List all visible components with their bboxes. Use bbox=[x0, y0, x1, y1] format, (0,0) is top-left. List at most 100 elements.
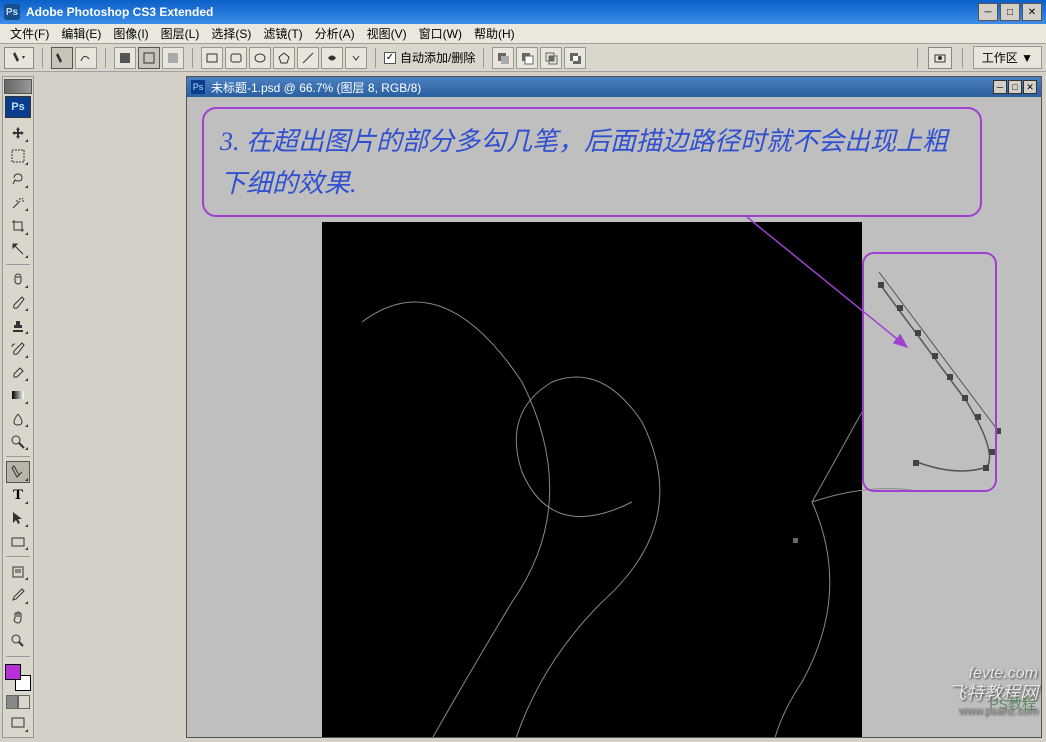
canvas-viewport[interactable]: 3. 在超出图片的部分多勾几笔，后面描边路径时就不会出现上粗下细的效果. bbox=[187, 97, 1041, 737]
menu-bar: 文件(F) 编辑(E) 图像(I) 图层(L) 选择(S) 滤镜(T) 分析(A… bbox=[0, 24, 1046, 44]
menu-analysis[interactable]: 分析(A) bbox=[309, 23, 361, 44]
menu-image[interactable]: 图像(I) bbox=[107, 23, 154, 44]
subtract-path-btn[interactable] bbox=[516, 47, 538, 69]
path-selection-icon bbox=[10, 510, 26, 526]
add-path-btn[interactable] bbox=[492, 47, 514, 69]
move-tool[interactable] bbox=[6, 123, 30, 144]
pen-tool[interactable] bbox=[6, 461, 30, 482]
chevron-down-icon bbox=[351, 53, 361, 63]
auto-add-delete-option[interactable]: ✓ 自动添加/删除 bbox=[384, 49, 475, 66]
eyedropper-tool[interactable] bbox=[6, 584, 30, 605]
toolbox[interactable]: Ps T bbox=[2, 76, 34, 738]
dodge-tool[interactable] bbox=[6, 431, 30, 452]
menu-layer[interactable]: 图层(L) bbox=[155, 23, 206, 44]
menu-window[interactable]: 窗口(W) bbox=[413, 23, 468, 44]
rectangle-icon bbox=[205, 51, 219, 65]
current-tool-preset[interactable] bbox=[4, 47, 34, 69]
watermark-primary: fevte.com bbox=[948, 664, 1038, 683]
line-shape-btn[interactable] bbox=[297, 47, 319, 69]
tool-separator bbox=[6, 456, 30, 457]
history-brush-icon bbox=[10, 341, 26, 357]
healing-icon bbox=[10, 271, 26, 287]
notes-icon bbox=[10, 564, 26, 580]
separator bbox=[483, 48, 484, 68]
path-selection-tool[interactable] bbox=[6, 508, 30, 529]
freeform-pen-btn[interactable] bbox=[75, 47, 97, 69]
blur-icon bbox=[10, 411, 26, 427]
document-title: 未标题-1.psd @ 66.7% (图层 8, RGB/8) bbox=[211, 79, 421, 96]
auto-checkbox[interactable]: ✓ bbox=[384, 52, 396, 64]
magic-wand-icon bbox=[10, 195, 26, 211]
main-area: Ps T bbox=[0, 72, 1046, 742]
menu-filter[interactable]: 滤镜(T) bbox=[257, 23, 308, 44]
app-icon: Ps bbox=[4, 4, 20, 20]
exclude-path-btn[interactable] bbox=[564, 47, 586, 69]
maximize-button[interactable]: □ bbox=[1000, 3, 1020, 21]
stamp-tool[interactable] bbox=[6, 315, 30, 336]
paths-icon bbox=[142, 51, 156, 65]
notes-tool[interactable] bbox=[6, 561, 30, 582]
crop-tool[interactable] bbox=[6, 215, 30, 236]
custom-shape-btn[interactable] bbox=[321, 47, 343, 69]
color-swatches[interactable] bbox=[5, 664, 31, 691]
doc-close-btn[interactable]: ✕ bbox=[1023, 80, 1037, 94]
marquee-icon bbox=[10, 148, 26, 164]
menu-view[interactable]: 视图(V) bbox=[361, 23, 413, 44]
healing-tool[interactable] bbox=[6, 269, 30, 290]
stamp-icon bbox=[10, 318, 26, 334]
hand-tool[interactable] bbox=[6, 608, 30, 629]
shape-tool[interactable] bbox=[6, 531, 30, 552]
close-button[interactable]: ✕ bbox=[1022, 3, 1042, 21]
rectangle-shape-btn[interactable] bbox=[201, 47, 223, 69]
line-icon bbox=[301, 51, 315, 65]
separator bbox=[105, 48, 106, 68]
menu-select[interactable]: 选择(S) bbox=[205, 23, 257, 44]
doc-minimize-btn[interactable]: ─ bbox=[993, 80, 1007, 94]
menu-help[interactable]: 帮助(H) bbox=[468, 23, 521, 44]
brush-icon bbox=[10, 295, 26, 311]
go-to-bridge-btn[interactable] bbox=[928, 47, 952, 69]
custom-shape-icon bbox=[325, 51, 339, 65]
doc-icon: Ps bbox=[191, 80, 205, 94]
tool-separator bbox=[6, 556, 30, 557]
lasso-tool[interactable] bbox=[6, 169, 30, 190]
paths-btn[interactable] bbox=[138, 47, 160, 69]
doc-maximize-btn[interactable]: □ bbox=[1008, 80, 1022, 94]
shape-layers-btn[interactable] bbox=[114, 47, 136, 69]
gradient-tool[interactable] bbox=[6, 385, 30, 406]
wand-tool[interactable] bbox=[6, 192, 30, 213]
eraser-tool[interactable] bbox=[6, 362, 30, 383]
history-brush-tool[interactable] bbox=[6, 338, 30, 359]
screen-mode-icon bbox=[10, 715, 26, 731]
intersect-path-btn[interactable] bbox=[540, 47, 562, 69]
polygon-shape-btn[interactable] bbox=[273, 47, 295, 69]
workspace-switcher[interactable]: 工作区 ▼ bbox=[973, 46, 1042, 69]
quickmask-btn[interactable] bbox=[18, 695, 30, 709]
ellipse-shape-btn[interactable] bbox=[249, 47, 271, 69]
slice-tool[interactable] bbox=[6, 239, 30, 260]
screen-mode-btn[interactable] bbox=[6, 713, 30, 734]
tool-separator bbox=[6, 264, 30, 265]
canvas-content[interactable] bbox=[322, 222, 862, 737]
pen-tool-icon bbox=[10, 464, 26, 480]
doc-window-controls: ─ □ ✕ bbox=[993, 80, 1037, 94]
minimize-button[interactable]: ─ bbox=[978, 3, 998, 21]
menu-file[interactable]: 文件(F) bbox=[4, 23, 55, 44]
type-tool[interactable]: T bbox=[6, 485, 30, 506]
rounded-rect-btn[interactable] bbox=[225, 47, 247, 69]
zoom-tool[interactable] bbox=[6, 631, 30, 652]
standard-mode-btn[interactable] bbox=[6, 695, 18, 709]
lasso-icon bbox=[10, 172, 26, 188]
shape-options-btn[interactable] bbox=[345, 47, 367, 69]
move-icon bbox=[10, 125, 26, 141]
document-titlebar[interactable]: Ps 未标题-1.psd @ 66.7% (图层 8, RGB/8) ─ □ ✕ bbox=[187, 77, 1041, 97]
toolbox-grip[interactable] bbox=[4, 79, 32, 94]
type-icon: T bbox=[13, 487, 23, 504]
menu-edit[interactable]: 编辑(E) bbox=[55, 23, 107, 44]
fill-pixels-btn[interactable] bbox=[162, 47, 184, 69]
brush-tool[interactable] bbox=[6, 292, 30, 313]
pen-tool-btn[interactable] bbox=[51, 47, 73, 69]
blur-tool[interactable] bbox=[6, 408, 30, 429]
foreground-color[interactable] bbox=[5, 664, 21, 680]
marquee-tool[interactable] bbox=[6, 146, 30, 167]
